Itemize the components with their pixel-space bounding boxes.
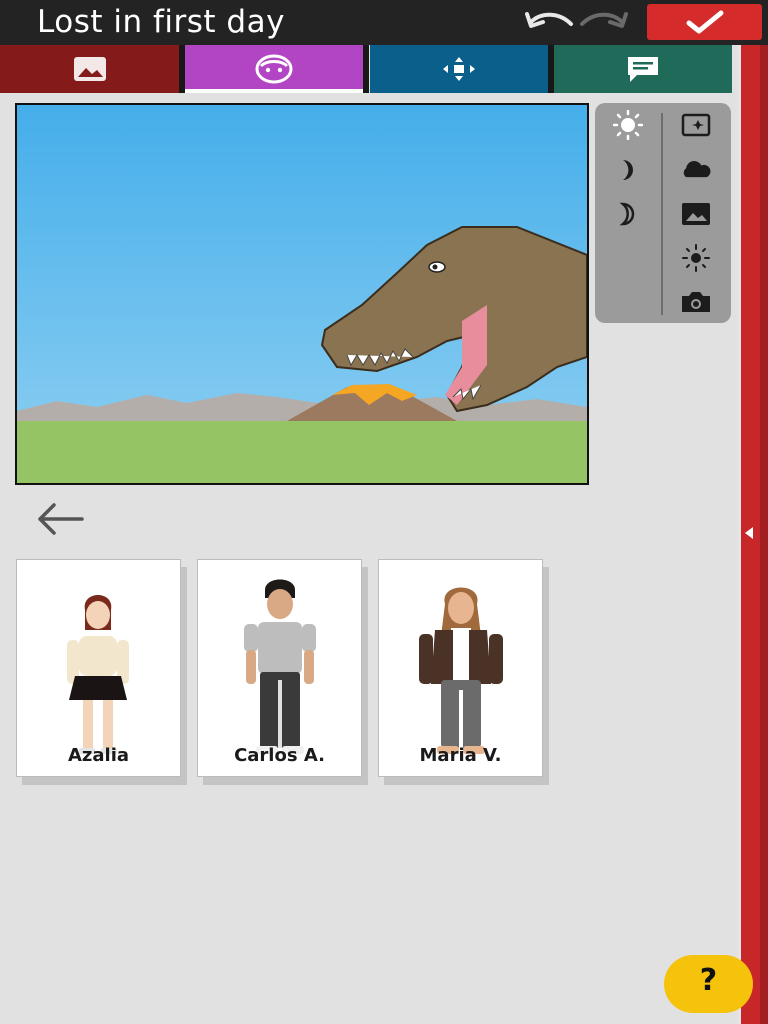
cloud-icon[interactable]	[679, 153, 713, 187]
move-arrows-icon	[443, 57, 475, 81]
face-icon	[255, 54, 293, 84]
redo-button[interactable]	[578, 8, 630, 38]
character-name: Carlos A.	[234, 745, 325, 766]
done-button[interactable]	[647, 4, 762, 40]
character-figure-azalia	[67, 595, 129, 754]
moon-icon[interactable]	[611, 153, 645, 187]
undo-icon	[525, 12, 573, 28]
character-name: Maria V.	[419, 745, 502, 766]
expand-panel-arrow-icon[interactable]	[745, 527, 753, 539]
arrow-left-icon	[38, 503, 84, 535]
tab-characters[interactable]	[185, 45, 363, 93]
image-icon[interactable]	[679, 197, 713, 231]
character-name: Azalia	[67, 745, 130, 766]
active-tab-indicator	[185, 89, 363, 93]
speech-bubble-icon	[628, 57, 658, 82]
storyboard-title[interactable]: Lost in first day	[37, 2, 285, 42]
help-button[interactable]: ?	[664, 955, 753, 1013]
scene-canvas[interactable]	[15, 103, 589, 485]
side-panel-rail[interactable]	[738, 45, 768, 1024]
sun-icon[interactable]	[611, 108, 645, 142]
tab-separator	[363, 45, 369, 93]
image-icon	[73, 57, 106, 81]
grass	[17, 421, 587, 483]
tab-layout[interactable]	[370, 45, 548, 93]
redo-icon	[580, 12, 628, 28]
character-card-maria[interactable]: Maria V.	[378, 559, 543, 777]
sparkle-image-icon[interactable]	[679, 108, 713, 142]
character-figure-carlos	[244, 579, 316, 754]
character-card-azalia[interactable]: Azalia	[16, 559, 181, 777]
character-card-carlos[interactable]: Carlos A.	[197, 559, 362, 777]
brightness-icon[interactable]	[679, 241, 713, 275]
camera-icon[interactable]	[679, 285, 713, 319]
checkmark-icon	[686, 10, 724, 34]
back-button[interactable]	[34, 500, 86, 538]
help-label: ?	[699, 963, 718, 998]
undo-button[interactable]	[523, 8, 575, 38]
tab-scenes[interactable]	[0, 45, 179, 93]
editor-tabs	[0, 45, 738, 93]
tab-text[interactable]	[554, 45, 732, 93]
character-figure-maria	[419, 587, 503, 754]
scene-filter-panel	[595, 103, 731, 323]
crescent-moon-icon[interactable]	[611, 197, 645, 231]
top-bar: Lost in first day	[0, 0, 768, 45]
